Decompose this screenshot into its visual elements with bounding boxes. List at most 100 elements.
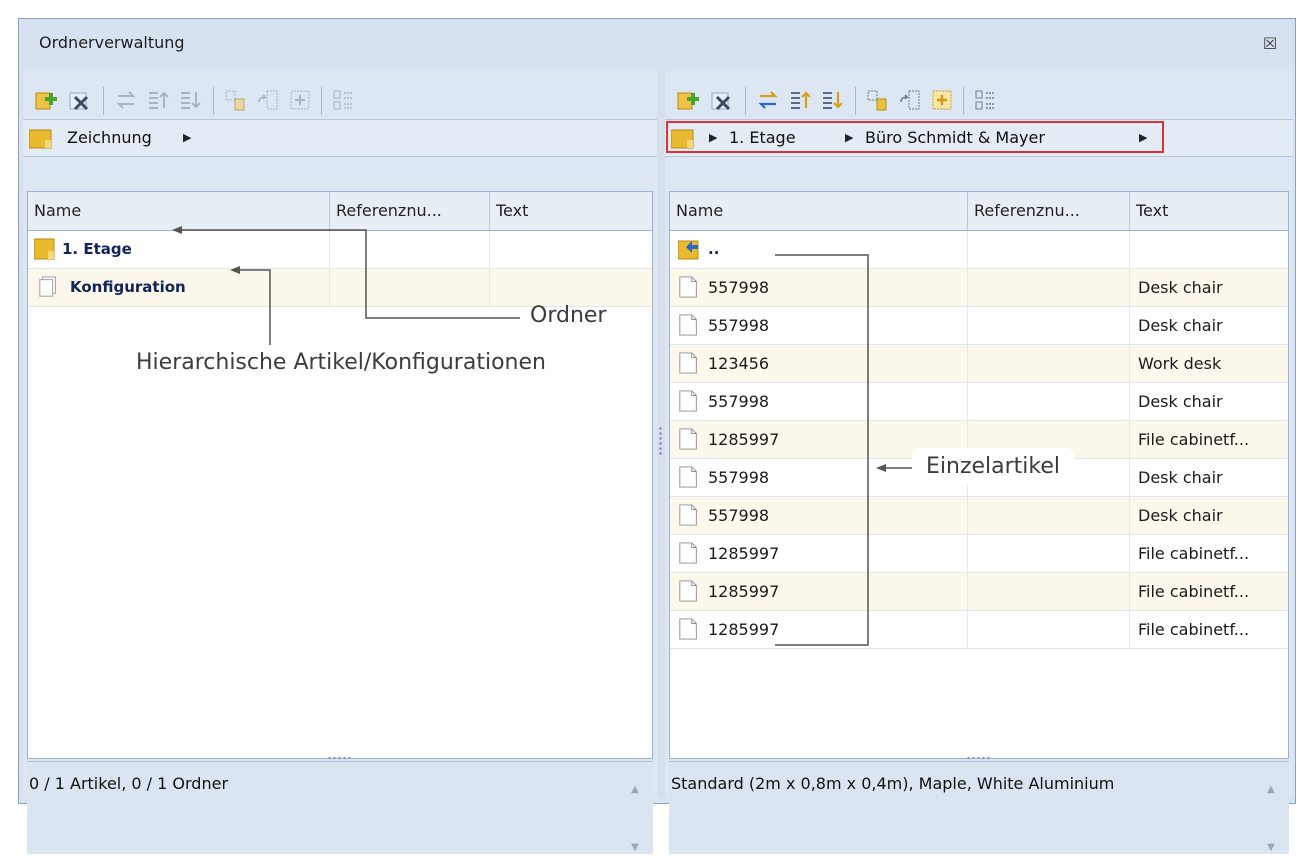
row-name: 1285997	[670, 611, 968, 648]
copy-icon[interactable]	[865, 87, 891, 113]
annotation-einzelartikel: Einzelartikel	[912, 448, 1075, 485]
scroll-up-icon[interactable]: ▲	[1263, 784, 1279, 798]
left-toolbar	[23, 77, 657, 119]
move-down-icon[interactable]	[819, 87, 845, 113]
row-name: 557998	[670, 307, 968, 344]
row-ref	[968, 383, 1130, 420]
toolbar-separator	[103, 87, 104, 115]
row-text: File cabinetf...	[1130, 611, 1288, 648]
document-icon	[678, 427, 700, 455]
right-status-bar: Standard (2m x 0,8m x 0,4m), Maple, Whit…	[669, 756, 1289, 856]
parent-folder-icon	[677, 237, 702, 265]
title-bar: Ordnerverwaltung ☒	[19, 19, 1295, 71]
left-pane: Zeichnung ▶ Name Referenznu... Text 1. E…	[23, 71, 657, 854]
row-text: Desk chair	[1130, 269, 1288, 306]
document-icon	[678, 465, 700, 493]
column-header-name[interactable]: Name	[670, 192, 968, 230]
left-item-list: Name Referenznu... Text 1. Etage Konfigu…	[27, 191, 653, 759]
folder-icon[interactable]	[28, 128, 55, 150]
row-ref	[968, 535, 1130, 572]
row-name: 1. Etage	[28, 231, 330, 268]
insert-icon[interactable]	[255, 87, 281, 113]
configuration-document-icon	[38, 275, 60, 303]
table-row[interactable]: ..	[670, 231, 1288, 269]
table-row[interactable]: 557998 Desk chair	[670, 269, 1288, 307]
breadcrumb-item-etage[interactable]: 1. Etage	[729, 128, 796, 147]
column-header-reference[interactable]: Referenznu...	[968, 192, 1130, 230]
folder-icon	[33, 237, 58, 265]
list-row-folder[interactable]: 1. Etage	[28, 231, 652, 269]
scroll-up-icon[interactable]: ▲	[627, 784, 643, 798]
row-ref	[968, 611, 1130, 648]
document-icon	[678, 541, 700, 569]
scroll-down-icon[interactable]: ▼	[627, 842, 643, 856]
folder-icon[interactable]	[670, 128, 697, 150]
scroll-down-icon[interactable]: ▼	[1263, 842, 1279, 856]
annotation-hierarchical: Hierarchische Artikel/Konfigurationen	[136, 350, 546, 375]
row-name: 557998	[670, 497, 968, 534]
table-row[interactable]: 1285997 File cabinetf...	[670, 573, 1288, 611]
column-header-reference[interactable]: Referenznu...	[330, 192, 490, 230]
swap-icon[interactable]	[755, 87, 781, 113]
close-icon[interactable]: ☒	[1259, 33, 1281, 55]
breadcrumb-item-buero[interactable]: Büro Schmidt & Mayer	[865, 128, 1045, 147]
pane-splitter[interactable]	[657, 71, 665, 797]
row-ref	[968, 269, 1130, 306]
breadcrumb-item-zeichnung[interactable]: Zeichnung	[67, 128, 152, 147]
numbering-icon[interactable]	[973, 87, 999, 113]
add-icon[interactable]	[33, 87, 59, 113]
row-text	[490, 269, 652, 306]
breadcrumb-arrow-icon[interactable]: ▶	[709, 131, 717, 144]
table-row[interactable]: 557998 Desk chair	[670, 497, 1288, 535]
list-row-configuration[interactable]: Konfiguration	[28, 269, 652, 307]
breadcrumb-arrow-icon[interactable]: ▶	[183, 131, 191, 144]
right-list-header: Name Referenznu... Text	[670, 192, 1288, 231]
row-text: Desk chair	[1130, 307, 1288, 344]
numbering-icon[interactable]	[331, 87, 357, 113]
delete-icon[interactable]	[67, 87, 93, 113]
status-text: 0 / 1 Artikel, 0 / 1 Ordner	[29, 774, 229, 793]
row-ref	[968, 573, 1130, 610]
row-text: Desk chair	[1130, 459, 1288, 496]
delete-icon[interactable]	[709, 87, 735, 113]
column-header-name[interactable]: Name	[28, 192, 330, 230]
row-ref	[968, 497, 1130, 534]
row-text: File cabinetf...	[1130, 573, 1288, 610]
group-icon[interactable]	[287, 87, 313, 113]
move-up-icon[interactable]	[145, 87, 171, 113]
row-name: 557998	[670, 383, 968, 420]
table-row[interactable]: 1285997 File cabinetf...	[670, 611, 1288, 649]
add-icon[interactable]	[675, 87, 701, 113]
column-header-text[interactable]: Text	[1130, 192, 1288, 230]
toolbar-separator	[213, 87, 214, 115]
resize-grip[interactable]	[966, 756, 992, 760]
copy-icon[interactable]	[223, 87, 249, 113]
table-row[interactable]: 123456 Work desk	[670, 345, 1288, 383]
left-list-header: Name Referenznu... Text	[28, 192, 652, 231]
table-row[interactable]: 557998 Desk chair	[670, 383, 1288, 421]
window-title: Ordnerverwaltung	[39, 33, 185, 52]
breadcrumb-arrow-icon[interactable]: ▶	[1139, 131, 1147, 144]
move-down-icon[interactable]	[177, 87, 203, 113]
table-row[interactable]: 1285997 File cabinetf...	[670, 535, 1288, 573]
table-row[interactable]: 557998 Desk chair	[670, 307, 1288, 345]
resize-grip[interactable]	[327, 756, 353, 760]
annotation-ordner: Ordner	[530, 303, 607, 328]
right-pane: ▶ 1. Etage ▶ Büro Schmidt & Mayer ▶ Name…	[665, 71, 1293, 854]
right-breadcrumb: ▶ 1. Etage ▶ Büro Schmidt & Mayer ▶	[665, 119, 1293, 157]
group-icon[interactable]	[929, 87, 955, 113]
insert-icon[interactable]	[897, 87, 923, 113]
toolbar-separator	[855, 87, 856, 115]
status-text: Standard (2m x 0,8m x 0,4m), Maple, Whit…	[671, 774, 1115, 793]
row-text: Desk chair	[1130, 497, 1288, 534]
folder-manager-window: Ordnerverwaltung ☒ Zeichnung ▶ Name Refe…	[18, 18, 1296, 854]
column-header-text[interactable]: Text	[490, 192, 652, 230]
move-up-icon[interactable]	[787, 87, 813, 113]
document-icon	[678, 351, 700, 379]
swap-icon[interactable]	[113, 87, 139, 113]
document-icon	[678, 389, 700, 417]
row-name: Konfiguration	[28, 269, 330, 306]
document-icon	[678, 313, 700, 341]
row-text: Desk chair	[1130, 383, 1288, 420]
breadcrumb-arrow-icon[interactable]: ▶	[845, 131, 853, 144]
